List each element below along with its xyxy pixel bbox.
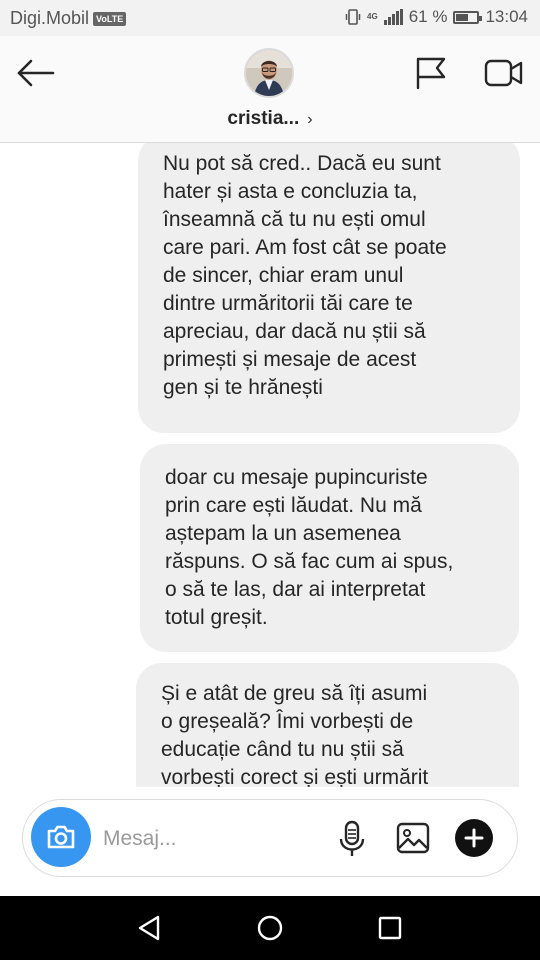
carrier-info: Digi.Mobil VoLTE — [10, 8, 127, 29]
chevron-right-icon: › — [307, 111, 313, 128]
message-bubble[interactable]: Și e atât de greu să îți asumi o greșeal… — [136, 663, 519, 787]
network-type: 4G — [367, 12, 378, 21]
camera-icon — [47, 825, 75, 849]
signal-icon — [383, 9, 403, 25]
message-input[interactable] — [101, 822, 325, 856]
status-indicators: 4G 61 % 13:04 — [345, 7, 528, 27]
battery-icon — [453, 10, 483, 24]
clock: 13:04 — [485, 7, 528, 26]
chat-header: cristia... › — [0, 36, 540, 143]
message-composer — [22, 799, 518, 877]
username-row[interactable]: cristia... › — [0, 108, 540, 130]
username: cristia... — [227, 108, 300, 129]
flag-icon[interactable] — [414, 56, 448, 90]
nav-recent-apps-icon[interactable] — [374, 912, 406, 944]
navigation-bar — [0, 896, 540, 960]
add-button[interactable] — [455, 819, 493, 857]
message-bubble[interactable]: Nu pot să cred.. Dacă eu sunt hater și a… — [138, 143, 520, 433]
microphone-icon[interactable] — [337, 820, 367, 858]
volte-badge: VoLTE — [93, 11, 127, 26]
status-bar: Digi.Mobil VoLTE 4G 61 % 13:04 — [0, 0, 540, 36]
carrier-name: Digi.Mobil — [10, 8, 90, 28]
avatar[interactable] — [244, 48, 294, 98]
camera-button[interactable] — [31, 807, 91, 867]
message-bubble[interactable]: doar cu mesaje pupincuriste prin care eș… — [140, 444, 519, 652]
video-call-icon[interactable] — [484, 58, 524, 88]
battery-fill — [456, 13, 469, 21]
battery-percent: 61 % — [408, 7, 448, 26]
nav-home-icon[interactable] — [254, 912, 286, 944]
composer-area — [0, 787, 540, 896]
back-arrow-icon[interactable] — [16, 58, 56, 88]
nav-back-icon[interactable] — [134, 912, 166, 944]
message-thread[interactable]: Nu pot să cred.. Dacă eu sunt hater și a… — [0, 143, 540, 787]
gallery-icon[interactable] — [395, 820, 431, 856]
plus-icon — [464, 828, 484, 848]
avatar-photo — [246, 50, 292, 96]
vibrate-icon — [345, 9, 361, 25]
